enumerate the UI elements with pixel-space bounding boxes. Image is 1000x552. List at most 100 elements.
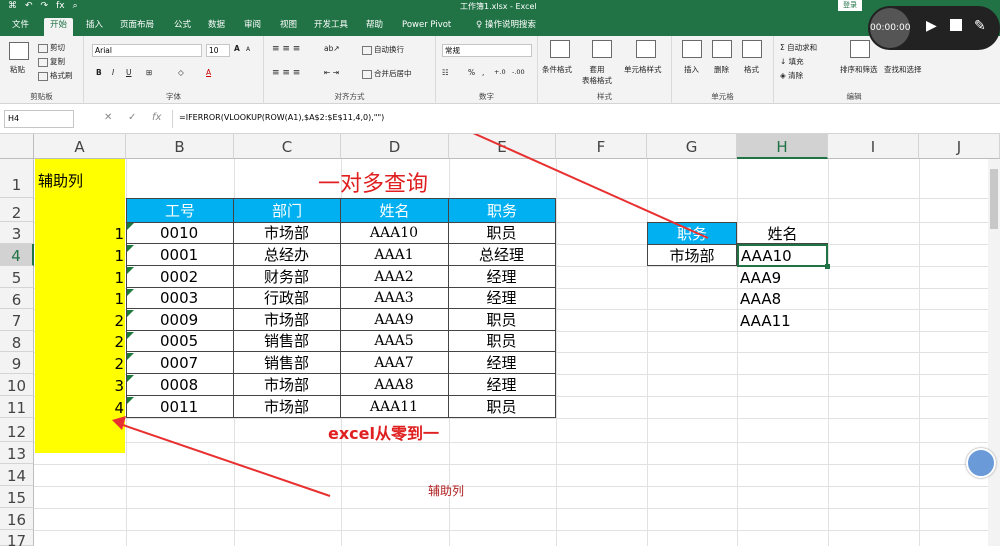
currency-icon[interactable]: ☷ <box>442 68 449 77</box>
font-size-select[interactable]: 10 <box>206 44 230 57</box>
fill-label: 填充 <box>788 57 804 66</box>
font-group: Arial 10 A A B I U ⊞ ◇ A 字体 <box>84 36 264 104</box>
align-left-icon[interactable]: ≡ ≡ ≡ <box>272 68 300 78</box>
screen-recorder-widget: 00:00:00 ▶ ✎ <box>868 6 1000 50</box>
font-name-select[interactable]: Arial <box>92 44 202 57</box>
clipboard-group: 粘贴 剪切 复制 格式刷 剪贴板 <box>0 36 84 104</box>
ribbon-tabs: 文件 开始 插入 页面布局 公式 数据 审阅 视图 开发工具 帮助 Power … <box>0 14 1000 36</box>
formula-input[interactable]: =IFERROR(VLOOKUP(ROW(A1),$A$2:$E$11,4,0)… <box>172 110 992 128</box>
name-box[interactable]: H4 <box>4 110 74 128</box>
fill-down-icon: ↓ <box>780 57 789 66</box>
format-painter-button[interactable]: 格式刷 <box>38 70 73 81</box>
enter-icon[interactable]: ✓ <box>128 112 136 123</box>
arrow-to-formula <box>472 134 709 239</box>
delete-cells-button[interactable]: 删除 <box>714 64 729 75</box>
scissors-icon <box>38 43 48 53</box>
styles-group-label: 样式 <box>597 92 612 101</box>
clipboard-group-label: 剪贴板 <box>30 92 53 101</box>
assistant-bot-icon[interactable] <box>966 448 996 478</box>
merge-center-button[interactable]: 合并后居中 <box>362 68 412 79</box>
tab-power-pivot[interactable]: Power Pivot <box>396 18 457 36</box>
shrink-font-button[interactable]: A <box>246 46 250 53</box>
sort-filter-icon <box>850 40 870 58</box>
underline-button[interactable]: U <box>126 68 132 77</box>
font-color-icon[interactable]: A <box>206 68 211 77</box>
redo-icon[interactable]: ↷ <box>41 1 49 11</box>
copy-icon <box>38 57 48 67</box>
wrap-text-button[interactable]: 自动换行 <box>362 44 404 55</box>
indent-icon[interactable]: ⇤ ⇥ <box>324 68 339 77</box>
sort-filter-button[interactable]: 排序和筛选 <box>840 64 878 75</box>
tab-review[interactable]: 审阅 <box>238 18 267 36</box>
cancel-icon[interactable]: ✕ <box>104 112 112 123</box>
tab-home[interactable]: 开始 <box>44 18 74 36</box>
conditional-format-icon <box>550 40 570 58</box>
percent-button[interactable]: % <box>468 68 475 77</box>
scrollbar-thumb[interactable] <box>990 169 998 229</box>
title-bar: ⌘ ↶ ↷ fx ⌕ 工作簿1.xlsx - Excel 登录 <box>0 0 1000 14</box>
ribbon: 粘贴 剪切 复制 格式刷 剪贴板 Arial 10 A A B I U ⊞ ◇ … <box>0 36 1000 104</box>
number-group-label: 数字 <box>479 92 494 101</box>
tab-help[interactable]: 帮助 <box>360 18 389 36</box>
editing-group-label: 编辑 <box>846 92 862 101</box>
paste-button[interactable]: 粘贴 <box>10 64 25 75</box>
lightbulb-icon: ♀ <box>476 20 485 30</box>
orientation-icon[interactable]: ab↗ <box>324 44 340 53</box>
alignment-group-label: 对齐方式 <box>334 92 365 101</box>
tab-insert[interactable]: 插入 <box>80 18 109 36</box>
login-button[interactable]: 登录 <box>838 0 862 11</box>
tab-file[interactable]: 文件 <box>6 18 35 36</box>
autosum-button[interactable]: Σ 自动求和 <box>780 42 817 53</box>
cells-group-label: 单元格 <box>711 92 734 101</box>
copy-label: 复制 <box>50 57 65 66</box>
brush-icon <box>38 71 48 81</box>
increase-decimal-button[interactable]: +.0 <box>494 68 506 76</box>
decrease-decimal-button[interactable]: -.00 <box>512 68 525 76</box>
number-format-select[interactable]: 常规 <box>442 44 532 57</box>
tab-page-layout[interactable]: 页面布局 <box>114 18 160 36</box>
save-icon[interactable]: ⌘ <box>8 1 17 11</box>
alignment-group: ≡ ≡ ≡ ab↗ 自动换行 ≡ ≡ ≡ ⇤ ⇥ 合并后居中 对齐方式 <box>264 36 436 104</box>
fill-button[interactable]: ↓ 填充 <box>780 56 804 67</box>
play-icon[interactable]: ▶ <box>926 18 937 34</box>
function-icon[interactable]: fx <box>56 1 65 11</box>
bold-button[interactable]: B <box>96 68 102 77</box>
merge-icon <box>362 69 372 79</box>
autosum-label: 自动求和 <box>787 43 818 52</box>
pen-icon[interactable]: ✎ <box>974 18 986 34</box>
format-as-table-button[interactable]: 套用 表格格式 <box>582 64 612 86</box>
fill-color-icon[interactable]: ◇ <box>178 68 184 77</box>
paste-icon[interactable] <box>9 42 29 60</box>
formula-bar: H4 ✕ ✓ fx =IFERROR(VLOOKUP(ROW(A1),$A$2:… <box>0 104 1000 134</box>
comma-button[interactable]: , <box>482 68 484 77</box>
clear-button[interactable]: ◈ 清除 <box>780 70 803 81</box>
find-select-button[interactable]: 查找和选择 <box>884 64 922 75</box>
painter-label: 格式刷 <box>50 71 73 80</box>
quick-access-toolbar: ⌘ ↶ ↷ fx ⌕ <box>8 1 78 11</box>
delete-cells-icon <box>712 40 732 58</box>
vertical-scrollbar[interactable] <box>988 159 1000 546</box>
copy-button[interactable]: 复制 <box>38 56 65 67</box>
undo-icon[interactable]: ↶ <box>25 1 33 11</box>
wrap-label: 自动换行 <box>374 45 404 54</box>
grow-font-button[interactable]: A <box>234 44 240 53</box>
align-top-icon[interactable]: ≡ ≡ ≡ <box>272 44 300 54</box>
preview-icon[interactable]: ⌕ <box>73 1 78 11</box>
tab-data[interactable]: 数据 <box>202 18 231 36</box>
borders-icon[interactable]: ⊞ <box>146 68 152 77</box>
wrap-icon <box>362 45 372 55</box>
tab-developer[interactable]: 开发工具 <box>308 18 354 36</box>
format-cells-button[interactable]: 格式 <box>744 64 759 75</box>
insert-function-icon[interactable]: fx <box>152 112 161 123</box>
insert-cells-button[interactable]: 插入 <box>684 64 699 75</box>
tab-view[interactable]: 视图 <box>274 18 303 36</box>
tell-me-search[interactable]: ♀ 操作说明搜索 <box>470 18 542 36</box>
conditional-format-button[interactable]: 条件格式 <box>542 64 572 75</box>
stop-icon[interactable] <box>950 19 962 31</box>
cut-label: 剪切 <box>50 43 65 52</box>
tab-formulas[interactable]: 公式 <box>168 18 197 36</box>
italic-button[interactable]: I <box>112 68 114 77</box>
cell-styles-button[interactable]: 单元格样式 <box>624 64 662 75</box>
font-group-label: 字体 <box>166 92 181 101</box>
cut-button[interactable]: 剪切 <box>38 42 65 53</box>
